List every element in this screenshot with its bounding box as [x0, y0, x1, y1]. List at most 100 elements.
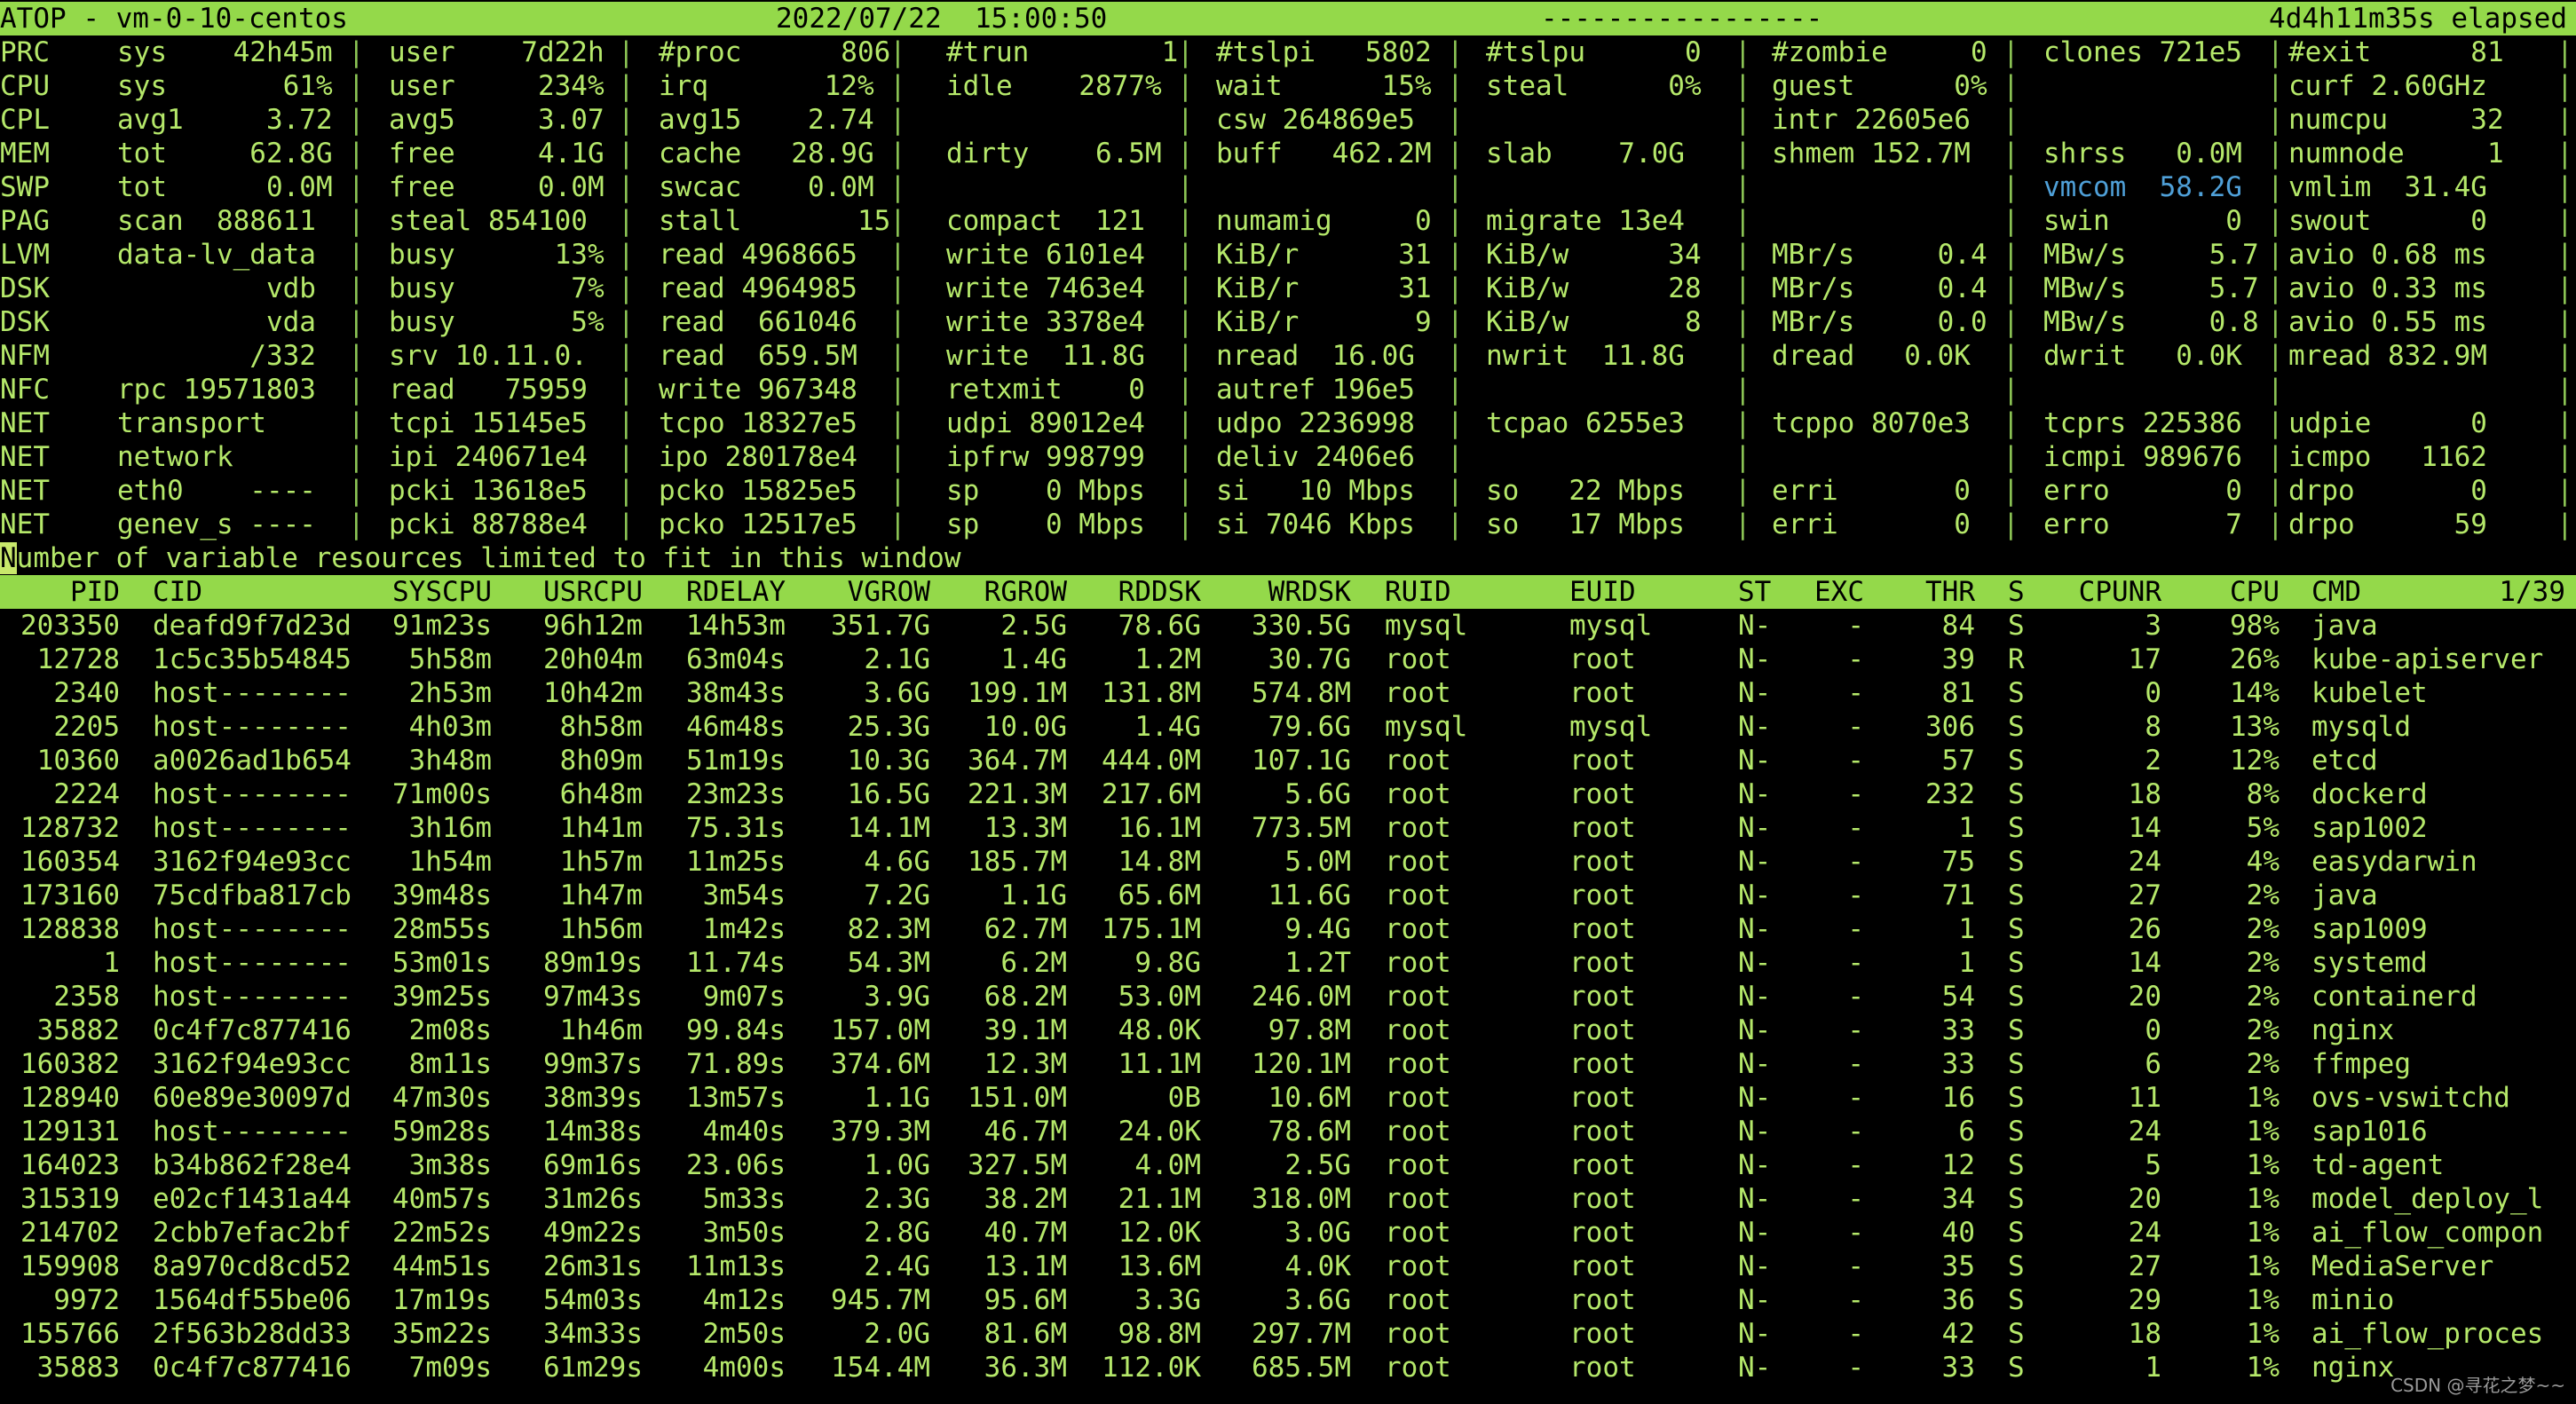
table-row[interactable]: 159908 8a970cd8cd52 44m51s 26m31s 11m13s 2.4G…: [0, 1250, 2576, 1283]
column-separator: |: [1734, 36, 1751, 68]
cell-thr: 306: [1925, 711, 1975, 743]
sys-cell: dwrit 0.0K: [2043, 340, 2242, 372]
table-row[interactable]: 160354 3162f94e93cc 1h54m 1h57m 11m25s 4.6G 18…: [0, 845, 2576, 879]
cell-ruid: root: [1385, 947, 1451, 979]
cell-rddsk: 48.0K: [1118, 1014, 1201, 1046]
table-row[interactable]: 315319 e02cf1431a44 40m57s 31m26s 5m33s 2.3G 3…: [0, 1182, 2576, 1216]
cell-rgrow: 81.6M: [984, 1318, 1067, 1350]
table-row[interactable]: 35883 0c4f7c877416 7m09s 61m29s 4m00s 154.4M 3…: [0, 1351, 2576, 1384]
cell-cpunr: 20: [2128, 1183, 2161, 1215]
column-separator: |: [1734, 171, 1751, 203]
cell-rdelay: 71.89s: [686, 1048, 786, 1080]
cell-ruid: root: [1385, 1082, 1451, 1114]
sys-cell: vmcom 58.2G: [2043, 171, 2242, 203]
table-row[interactable]: 128838 host-------- 28m55s 1h56m 1m42s 82.3M 6…: [0, 912, 2576, 946]
cell-ruid: root: [1385, 913, 1451, 945]
cell-cid: host--------: [153, 711, 352, 743]
cell-cid: 0c4f7c877416: [153, 1014, 352, 1046]
table-row[interactable]: 2340 host-------- 2h53m 10h42m 38m43s 3.6G 199…: [0, 676, 2576, 710]
cell-exc: -: [1847, 913, 1864, 945]
cell-s: S: [2008, 778, 2025, 810]
sys-cell: MBw/s 5.7: [2043, 272, 2259, 304]
cell-ruid: root: [1385, 1250, 1451, 1282]
column-separator: |: [1447, 475, 1464, 507]
table-row[interactable]: 2205 host-------- 4h03m 8h58m 46m48s 25.3G 10.…: [0, 710, 2576, 744]
cell-s: S: [2008, 1116, 2025, 1148]
cell-thr: 6: [1958, 1116, 1975, 1148]
sys-cell: #proc 806: [659, 36, 891, 68]
cell-usrcpu: 38m39s: [543, 1082, 643, 1114]
cell-rgrow: 364.7M: [968, 745, 1067, 777]
cell-wrdsk: 5.6G: [1284, 778, 1351, 810]
table-row[interactable]: 214702 2cbb7efac2bf 22m52s 49m22s 3m50s 2.8G 4…: [0, 1216, 2576, 1250]
table-row[interactable]: 2358 host-------- 39m25s 97m43s 9m07s 3.9G 68.…: [0, 980, 2576, 1014]
cell-cpu: 1%: [2246, 1352, 2280, 1384]
sys-cell: write 3378e4: [946, 306, 1145, 338]
column-separator: |: [618, 239, 635, 271]
cell-pid: 129131: [20, 1116, 120, 1148]
cell-syscpu: 2h53m: [408, 677, 492, 709]
table-row[interactable]: 203350 deafd9f7d23d 91m23s 96h12m 14h53m 351.…: [0, 609, 2576, 643]
cell-rgrow: 2.5G: [1000, 610, 1067, 642]
table-row[interactable]: 9972 1564df55be06 17m19s 54m03s 4m12s 945.7M 9…: [0, 1283, 2576, 1317]
cell-rddsk: 78.6G: [1118, 610, 1201, 642]
table-row[interactable]: 160382 3162f94e93cc 8m11s 99m37s 71.89s 374.6…: [0, 1047, 2576, 1081]
column-separator: |: [618, 306, 635, 338]
cell-s: R: [2008, 643, 2025, 675]
cell-cpunr: 24: [2128, 846, 2161, 878]
column-separator: |: [618, 70, 635, 102]
cell-rdelay: 11m13s: [686, 1250, 786, 1282]
column-separator: |: [2003, 36, 2019, 68]
sys-cell: udpi 89012e4: [946, 407, 1145, 439]
table-row[interactable]: 35882 0c4f7c877416 2m08s 1h46m 99.84s 157.0M 3…: [0, 1014, 2576, 1047]
cell-rdelay: 51m19s: [686, 745, 786, 777]
sys-line-label: DSK: [0, 306, 50, 338]
table-row[interactable]: 2224 host-------- 71m00s 6h48m 23m23s 16.5G 22…: [0, 777, 2576, 811]
column-separator: |: [2267, 475, 2284, 507]
cell-s: S: [2008, 1183, 2025, 1215]
cell-usrcpu: 26m31s: [543, 1250, 643, 1282]
cell-vgrow: 2.1G: [864, 643, 930, 675]
sys-cell: read 4964985: [659, 272, 857, 304]
cell-ruid: root: [1385, 1284, 1451, 1316]
cell-ruid: mysql: [1385, 711, 1468, 743]
cell-thr: 75: [1941, 846, 1975, 878]
column-separator: |: [1447, 138, 1464, 170]
cell-pid: 12728: [36, 643, 120, 675]
table-row[interactable]: 10360 a0026ad1b654 3h48m 8h09m 51m19s 10.3G 36…: [0, 744, 2576, 777]
cell-euid: root: [1569, 846, 1636, 878]
cell-pid: 128940: [20, 1082, 120, 1114]
column-separator: |: [1177, 475, 1194, 507]
sys-cell: #tslpi 5802: [1216, 36, 1432, 68]
column-separator: |: [348, 239, 365, 271]
cell-rddsk: 112.0K: [1102, 1352, 1201, 1384]
sys-cell: erri 0: [1772, 509, 1971, 540]
sys-cell: sp 0 Mbps: [946, 475, 1145, 507]
sys-cell: numcpu 32: [2288, 104, 2504, 136]
column-separator: |: [1447, 340, 1464, 372]
column-separator: |: [1447, 374, 1464, 406]
sys-line-label: NET: [0, 441, 50, 473]
table-row[interactable]: 12728 1c5c35b54845 5h58m 20h04m 63m04s 2.1G 1.…: [0, 643, 2576, 676]
table-row[interactable]: 1 host-------- 53m01s 89m19s 11.74s 54.3M 6.2M…: [0, 946, 2576, 980]
cell-st: N-: [1738, 947, 1772, 979]
cell-thr: 33: [1941, 1048, 1975, 1080]
cell-cid: host--------: [153, 981, 352, 1013]
cell-exc: -: [1847, 1014, 1864, 1046]
column-header-syscpu: SYSCPU: [392, 576, 492, 608]
sys-cell: srv 10.11.0.: [389, 340, 588, 372]
cell-rgrow: 1.1G: [1000, 879, 1067, 911]
table-row[interactable]: 128732 host-------- 3h16m 1h41m 75.31s 14.1M 1…: [0, 811, 2576, 845]
cell-cmd: java: [2311, 879, 2378, 911]
cell-cpunr: 27: [2128, 1250, 2161, 1282]
cell-ruid: root: [1385, 1217, 1451, 1249]
table-row[interactable]: 155766 2f563b28dd33 35m22s 34m33s 2m50s 2.0G 8…: [0, 1317, 2576, 1351]
table-row[interactable]: 129131 host-------- 59m28s 14m38s 4m40s 379.3…: [0, 1115, 2576, 1148]
table-row[interactable]: 164023 b34b862f28e4 3m38s 69m16s 23.06s 1.0G 3…: [0, 1148, 2576, 1182]
table-row[interactable]: 128940 60e89e30097d 47m30s 38m39s 13m57s 1.1G…: [0, 1081, 2576, 1115]
cell-cid: b34b862f28e4: [153, 1149, 352, 1181]
cell-cid: 2cbb7efac2bf: [153, 1217, 352, 1249]
table-row[interactable]: 173160 75cdfba817cb 39m48s 1h47m 3m54s 7.2G 1.…: [0, 879, 2576, 912]
cell-vgrow: 25.3G: [847, 711, 930, 743]
elapsed-time: 4d4h11m35s elapsed: [2269, 3, 2567, 35]
